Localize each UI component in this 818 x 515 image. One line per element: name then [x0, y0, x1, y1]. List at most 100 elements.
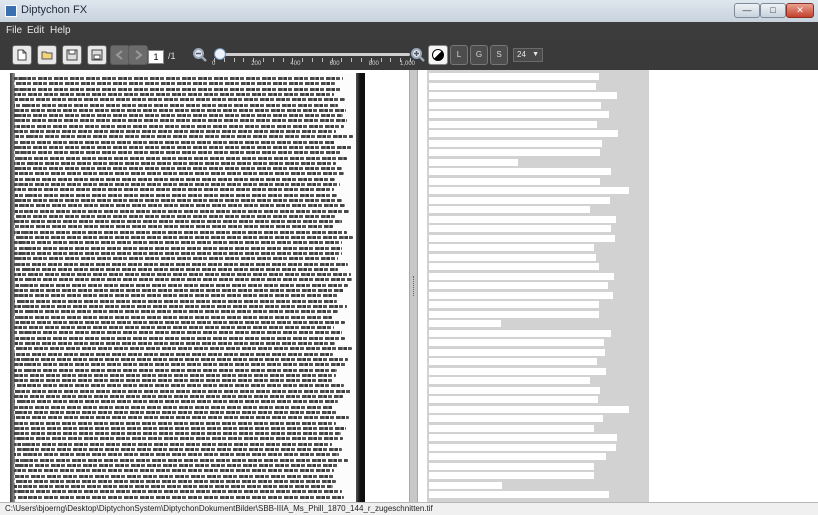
- manuscript-line: [14, 357, 348, 361]
- manuscript-line: [14, 161, 336, 165]
- line-segment[interactable]: [429, 82, 596, 90]
- line-segment[interactable]: [429, 443, 617, 451]
- new-document-button[interactable]: [12, 45, 32, 65]
- line-segment[interactable]: [429, 472, 595, 479]
- save-icon: [66, 49, 78, 61]
- save-button[interactable]: [62, 45, 82, 65]
- zoom-tick: [390, 58, 392, 62]
- line-segment[interactable]: [429, 92, 617, 99]
- next-page-button[interactable]: [128, 45, 148, 65]
- manuscript-line: [14, 236, 353, 239]
- title-bar: Diptychon FX — □ ✕: [0, 0, 818, 23]
- line-segment[interactable]: [429, 111, 609, 118]
- zoom-tick: [341, 58, 343, 62]
- manuscript-line: [14, 320, 345, 324]
- chevron-down-icon: ▼: [532, 51, 539, 58]
- line-segment[interactable]: [429, 462, 595, 470]
- manuscript-line: [14, 273, 351, 277]
- line-segment[interactable]: [429, 253, 597, 261]
- line-segment[interactable]: [429, 481, 503, 489]
- line-segment[interactable]: [429, 415, 603, 422]
- manuscript-line: [14, 448, 342, 451]
- line-segment[interactable]: [429, 282, 608, 289]
- mode-button-g[interactable]: G: [470, 45, 488, 65]
- line-segment[interactable]: [429, 225, 611, 232]
- manuscript-line: [14, 257, 338, 261]
- line-segment[interactable]: [429, 424, 595, 432]
- line-count-select[interactable]: 24 ▼: [513, 48, 543, 62]
- line-segment[interactable]: [429, 177, 600, 185]
- mode-button-l[interactable]: L: [450, 45, 468, 65]
- line-segment[interactable]: [429, 130, 618, 137]
- line-segment[interactable]: [429, 73, 599, 80]
- zoom-in-icon[interactable]: [410, 47, 426, 63]
- manuscript-line: [14, 135, 353, 139]
- pane-splitter[interactable]: [409, 70, 418, 502]
- page-number-input[interactable]: 1: [148, 50, 164, 64]
- menu-file[interactable]: File: [6, 25, 22, 36]
- manuscript-line: [14, 490, 342, 494]
- manuscript-line: [14, 230, 347, 234]
- line-segment[interactable]: [429, 358, 598, 365]
- save-as-button[interactable]: [87, 45, 107, 65]
- contrast-button[interactable]: [428, 45, 448, 65]
- line-segment[interactable]: [429, 101, 601, 109]
- line-segment[interactable]: [429, 329, 611, 337]
- zoom-tick: [272, 58, 274, 62]
- line-count-value: 24: [517, 50, 526, 59]
- line-segment[interactable]: [429, 168, 611, 175]
- line-segment[interactable]: [429, 310, 599, 318]
- zoom-slider[interactable]: 0 200 400 600 800 1,000: [212, 48, 415, 68]
- zoom-out-icon[interactable]: [192, 47, 208, 63]
- menu-help[interactable]: Help: [50, 25, 71, 36]
- line-segment[interactable]: [429, 196, 610, 204]
- mode-button-s[interactable]: S: [490, 45, 508, 65]
- line-segment[interactable]: [429, 434, 618, 441]
- line-segment[interactable]: [429, 206, 590, 213]
- line-segment[interactable]: [429, 348, 605, 356]
- line-segment[interactable]: [429, 272, 615, 280]
- line-segment[interactable]: [429, 187, 629, 194]
- manuscript-line: [14, 77, 343, 80]
- line-segment[interactable]: [429, 405, 629, 413]
- line-segment[interactable]: [429, 301, 600, 308]
- manuscript-line: [14, 82, 335, 86]
- zoom-tick: [312, 58, 313, 62]
- zoom-tick: [361, 58, 362, 62]
- line-segment[interactable]: [429, 377, 590, 384]
- manuscript-line: [14, 289, 345, 292]
- manuscript-line: [14, 421, 336, 425]
- line-segment[interactable]: [429, 244, 594, 251]
- close-button[interactable]: ✕: [786, 3, 814, 18]
- line-segment[interactable]: [429, 320, 502, 327]
- line-segment[interactable]: [429, 396, 599, 403]
- line-segment[interactable]: [429, 263, 599, 270]
- zoom-tick: [380, 58, 382, 62]
- line-segment[interactable]: [429, 149, 601, 156]
- previous-page-button[interactable]: [110, 45, 130, 65]
- image-pane[interactable]: [0, 70, 409, 502]
- line-segment[interactable]: [429, 139, 602, 147]
- line-segment[interactable]: [429, 215, 616, 223]
- zoom-tick-label: 0: [212, 61, 216, 67]
- manuscript-line: [14, 342, 335, 345]
- zoom-tick-label: 600: [329, 61, 340, 67]
- line-segment[interactable]: [429, 234, 615, 242]
- line-segment[interactable]: [429, 491, 609, 498]
- line-segment[interactable]: [429, 453, 606, 460]
- transcription-pane[interactable]: [418, 70, 818, 502]
- line-segment[interactable]: [429, 367, 606, 375]
- menu-edit[interactable]: Edit: [27, 25, 44, 36]
- open-folder-button[interactable]: [37, 45, 57, 65]
- line-segment[interactable]: [429, 339, 605, 346]
- minimize-button[interactable]: —: [734, 3, 760, 18]
- manuscript-line: [14, 294, 340, 298]
- line-segment[interactable]: [429, 386, 601, 394]
- line-segment[interactable]: [429, 158, 518, 166]
- maximize-button[interactable]: □: [760, 3, 786, 18]
- line-segment[interactable]: [429, 291, 614, 299]
- manuscript-line: [14, 400, 339, 404]
- line-segment[interactable]: [429, 120, 597, 128]
- app-icon: [5, 5, 17, 17]
- manuscript-line: [14, 395, 343, 398]
